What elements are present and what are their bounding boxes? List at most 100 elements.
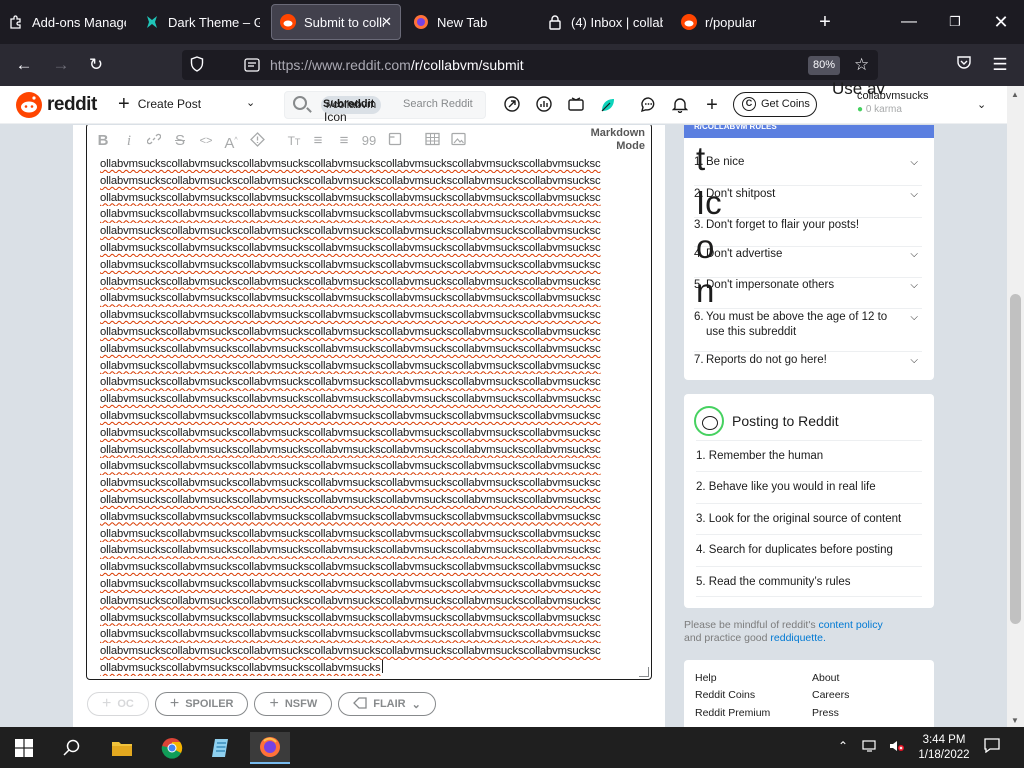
- reddit-icon: [280, 14, 296, 30]
- markdown-mode-toggle[interactable]: Markdown Mode: [577, 127, 645, 153]
- hamburger-menu-icon[interactable]: ☰: [989, 54, 1011, 76]
- notification-bell-icon[interactable]: [671, 96, 689, 114]
- footer-link-careers[interactable]: Careers: [812, 689, 849, 701]
- action-center-icon[interactable]: [984, 737, 1000, 756]
- table-icon[interactable]: [423, 132, 441, 150]
- nsfw-tag-button[interactable]: + NSFW: [254, 692, 333, 716]
- editor-toolbar: B i S <> A^ TT ≡ ≡ 99 Markdown Mode: [87, 125, 651, 156]
- new-tab-button[interactable]: +: [811, 8, 839, 36]
- scroll-up-arrow-icon[interactable]: ▲: [1011, 90, 1019, 99]
- tab-title: Add-ons Manage: [32, 14, 126, 30]
- shield-icon[interactable]: [190, 56, 204, 75]
- notepad-icon[interactable]: [201, 732, 241, 764]
- spoiler-tag-button[interactable]: + SPOILER: [154, 692, 249, 716]
- bulleted-list-icon[interactable]: ≡: [309, 132, 327, 150]
- tab-inbox[interactable]: (4) Inbox | collabv: [547, 4, 663, 40]
- footer-link-reddit-coins[interactable]: Reddit Coins: [695, 689, 755, 701]
- bold-icon[interactable]: B: [94, 132, 112, 150]
- chevron-down-icon[interactable]: ⌄: [977, 98, 986, 111]
- quote-block-icon[interactable]: 99: [360, 132, 378, 150]
- flair-button[interactable]: FLAIR ⌄: [338, 692, 436, 716]
- taskbar-clock[interactable]: 3:44 PM 1/18/2022: [914, 733, 974, 763]
- search-icon[interactable]: [52, 732, 92, 764]
- tag-icon: [353, 696, 367, 712]
- search-input[interactable]: r/collabvm Subreddit Search Reddit: [284, 91, 486, 119]
- plus-icon: +: [269, 695, 279, 712]
- close-tab-icon[interactable]: ✕: [381, 14, 392, 30]
- restore-button[interactable]: ❐: [941, 8, 969, 36]
- all-chart-icon[interactable]: [535, 96, 553, 114]
- firefox-icon: [413, 14, 429, 30]
- url-bar[interactable]: https://www.reddit.com/r/collabvm/submit…: [182, 50, 878, 80]
- superscript-icon[interactable]: A^: [222, 132, 240, 152]
- inline-code-icon[interactable]: <>: [197, 132, 215, 150]
- tab-title: (4) Inbox | collabv: [571, 14, 663, 30]
- rule-item[interactable]: 7. Reports do not go here! ⌵: [694, 353, 922, 373]
- minimize-button[interactable]: —: [895, 8, 923, 36]
- network-icon[interactable]: [862, 739, 880, 756]
- bookmark-star-icon[interactable]: ☆: [854, 55, 869, 75]
- show-hidden-icons-chevron[interactable]: ⌃: [838, 739, 848, 753]
- tab-new-tab[interactable]: New Tab: [413, 4, 523, 40]
- url-text[interactable]: https://www.reddit.com/r/collabvm/submit: [270, 57, 524, 73]
- zoom-level-badge[interactable]: 80%: [808, 56, 840, 75]
- reddit-logo[interactable]: reddit: [16, 92, 97, 118]
- post-body-editor[interactable]: B i S <> A^ TT ≡ ≡ 99 Markdown Mode olla…: [86, 125, 652, 680]
- popular-arrow-icon[interactable]: [503, 96, 521, 114]
- tab-dark-theme[interactable]: Dark Theme – Get: [144, 4, 260, 40]
- create-post-button[interactable]: + Create Post: [118, 94, 201, 114]
- posting-guideline: 1. Remember the human: [696, 440, 922, 471]
- windows-start-icon[interactable]: [4, 732, 44, 764]
- file-explorer-icon[interactable]: [102, 732, 142, 764]
- plus-create-icon[interactable]: +: [703, 95, 721, 115]
- tab-title: r/popular: [705, 14, 757, 30]
- italic-icon[interactable]: i: [120, 132, 138, 150]
- content-policy-link[interactable]: content policy: [819, 619, 883, 631]
- avatar-leaf-icon[interactable]: [599, 96, 617, 114]
- spoiler-icon[interactable]: [248, 132, 266, 150]
- oc-tag-button[interactable]: + OC: [87, 692, 149, 716]
- subreddit-icon-alt-text-overlay: t Ic o n: [696, 140, 722, 309]
- page-scrollbar[interactable]: ▲ ▼: [1007, 86, 1024, 727]
- scroll-down-arrow-icon[interactable]: ▼: [1011, 716, 1019, 725]
- footer-link-about[interactable]: About: [812, 672, 839, 684]
- chrome-icon[interactable]: [152, 732, 192, 764]
- page-info-icon[interactable]: [244, 57, 260, 76]
- footer-link-reddit-premium[interactable]: Reddit Premium: [695, 707, 770, 719]
- content-policy-note: Please be mindful of reddit's content po…: [684, 619, 883, 644]
- search-placeholder: Search Reddit: [403, 98, 473, 110]
- resize-handle-icon[interactable]: [639, 667, 649, 677]
- footer-link-press[interactable]: Press: [812, 707, 839, 719]
- image-icon[interactable]: [449, 132, 467, 150]
- url-host: https://www.reddit.com: [270, 57, 411, 73]
- forward-arrow-icon[interactable]: →: [50, 54, 72, 76]
- tab-submit-to-collabvm[interactable]: Submit to colla ✕: [271, 4, 401, 40]
- footer-links-card: Help Reddit Coins Reddit Premium About C…: [684, 660, 934, 727]
- back-arrow-icon[interactable]: ←: [13, 54, 35, 76]
- numbered-list-icon[interactable]: ≡: [335, 132, 353, 150]
- strikethrough-icon[interactable]: S: [171, 132, 189, 150]
- rule-item[interactable]: 6. You must be above the age of 12 to use…: [694, 310, 922, 352]
- tab-r-popular[interactable]: r/popular: [681, 4, 791, 40]
- post-body-line: ollabvmsuckscollabvmsuckscollabvmsucksco…: [100, 359, 601, 372]
- volume-muted-icon[interactable]: [889, 739, 905, 756]
- post-body-line: ollabvmsuckscollabvmsuckscollabvmsucksco…: [100, 561, 601, 574]
- firefox-taskbar-icon[interactable]: [250, 732, 290, 764]
- reddiquette-link[interactable]: reddiquette.: [770, 632, 825, 644]
- pocket-icon[interactable]: [953, 54, 975, 76]
- reload-icon[interactable]: ↻: [85, 54, 107, 76]
- user-menu[interactable]: Use av collabvmsucks ● 0 karma ⌄: [832, 80, 1002, 122]
- rpan-camera-icon[interactable]: [567, 96, 585, 114]
- post-body-text[interactable]: ollabvmsuckscollabvmsuckscollabvmsucksco…: [100, 156, 635, 676]
- code-block-icon[interactable]: [386, 132, 404, 150]
- tab-addons-manager[interactable]: Add-ons Manage: [8, 4, 126, 40]
- link-icon[interactable]: [145, 132, 163, 150]
- get-coins-button[interactable]: C Get Coins: [733, 92, 817, 117]
- post-body-line: ollabvmsuckscollabvmsuckscollabvmsucksco…: [100, 527, 601, 540]
- scrollbar-thumb[interactable]: [1010, 294, 1021, 624]
- heading-icon[interactable]: TT: [285, 132, 303, 150]
- chevron-down-icon[interactable]: ⌄: [246, 96, 255, 109]
- close-window-button[interactable]: ✕: [987, 8, 1015, 36]
- footer-link-help[interactable]: Help: [695, 672, 717, 684]
- chat-icon[interactable]: [639, 96, 657, 114]
